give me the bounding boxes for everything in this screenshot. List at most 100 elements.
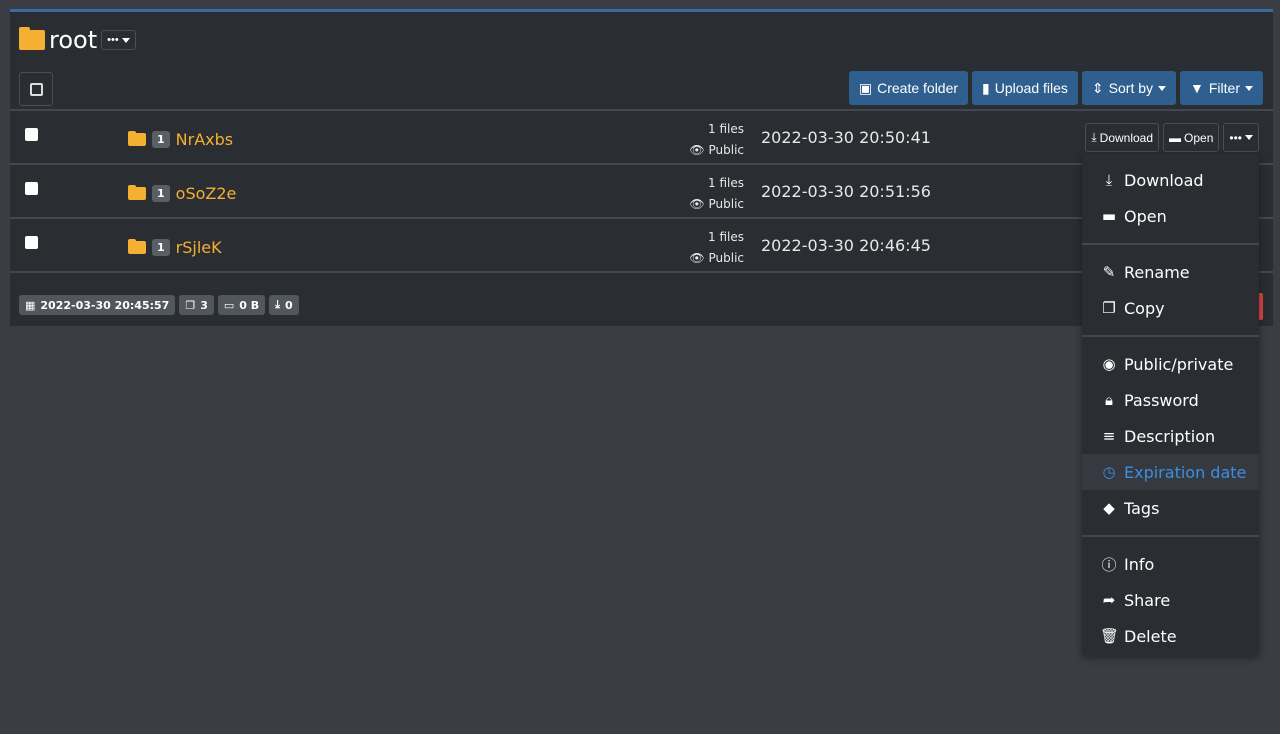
caret-down-icon	[121, 37, 130, 43]
menu-label: Download	[1124, 170, 1204, 190]
menu-label: Delete	[1124, 626, 1177, 646]
menu-item-rename[interactable]: ✎ Rename	[1082, 254, 1259, 290]
download-icon: ⤓	[275, 298, 281, 311]
sort-icon: ⇕	[1091, 79, 1104, 96]
open-button[interactable]: ▬ Open	[1163, 123, 1220, 152]
menu-label: Description	[1124, 426, 1216, 446]
upload-files-button[interactable]: ▮ Upload files	[972, 71, 1078, 105]
row-date: 2022-03-30 20:46:45	[761, 236, 931, 255]
upload-files-label: Upload files	[994, 80, 1068, 96]
edit-icon: ✎	[1102, 263, 1116, 281]
files-count-badge: ❐ 3	[179, 295, 214, 315]
create-folder-button[interactable]: ▣ Create folder	[848, 71, 969, 105]
menu-label: Share	[1124, 590, 1171, 610]
copy-icon: ❐	[185, 298, 196, 312]
hdd-icon: ▭	[223, 298, 235, 312]
align-center-icon: ≡	[1102, 427, 1116, 445]
folder-name-link[interactable]: rSjleK	[176, 238, 222, 257]
size-value: 0 B	[239, 298, 260, 312]
folder-icon	[128, 131, 146, 146]
toolbar: ▣ Create folder ▮ Upload files ⇕ Sort by ▼ F…	[848, 71, 1263, 105]
visibility: Public	[708, 197, 744, 211]
more-label: •••	[1229, 130, 1242, 145]
open-label: Open	[1184, 130, 1214, 145]
menu-label: Password	[1124, 390, 1199, 410]
file-upload-icon: ▮	[982, 79, 990, 96]
menu-label: Info	[1124, 554, 1155, 574]
folder-open-icon: ▬	[1101, 207, 1117, 225]
count-badge: 1	[152, 239, 170, 256]
folder-name-link[interactable]: NrAxbs	[176, 130, 233, 149]
clock-icon: ◷	[1102, 463, 1116, 481]
caret-down-icon	[1158, 85, 1167, 91]
calendar-icon: ▦	[25, 298, 36, 312]
folder-open-icon: ▬	[1169, 130, 1182, 145]
menu-item-password[interactable]: 🔒︎ Password	[1082, 382, 1259, 418]
menu-label: Copy	[1124, 298, 1165, 318]
row-more-button[interactable]: •••	[1223, 123, 1259, 152]
eye-icon: 👁	[689, 251, 709, 265]
select-all-checkbox[interactable]	[19, 72, 53, 106]
eye-icon: 👁	[689, 143, 709, 157]
row-checkbox[interactable]	[25, 236, 38, 249]
menu-label: Tags	[1124, 498, 1160, 518]
lock-icon: 🔒︎	[1105, 391, 1113, 409]
menu-item-download[interactable]: ⤓ Download	[1082, 162, 1259, 198]
tag-icon: ◆	[1103, 499, 1115, 517]
file-count: 1 files	[708, 176, 744, 190]
download-icon: ⤓	[1091, 130, 1097, 144]
created-date: 2022-03-30 20:45:57	[40, 298, 170, 312]
folder-more-button[interactable]: •••	[101, 30, 136, 50]
divider	[1082, 243, 1259, 245]
filter-label: Filter	[1208, 80, 1240, 96]
menu-item-info[interactable]: ⓘ Info	[1082, 546, 1259, 582]
menu-item-expiration-date[interactable]: ◷ Expiration date	[1082, 454, 1259, 490]
row-checkbox[interactable]	[25, 128, 38, 141]
menu-item-delete[interactable]: 🗑︎ Delete	[1082, 618, 1259, 654]
menu-item-share[interactable]: ➦ Share	[1082, 582, 1259, 618]
download-label: Download	[1099, 130, 1154, 145]
menu-item-copy[interactable]: ❐ Copy	[1082, 290, 1259, 326]
folder-stats: ▦ 2022-03-30 20:45:57 ❐ 3 ▭ 0 B ⤓ 0	[19, 295, 299, 315]
menu-item-tags[interactable]: ◆ Tags	[1082, 490, 1259, 526]
files-count: 3	[200, 298, 208, 312]
visibility: Public	[708, 143, 744, 157]
square-icon	[29, 82, 43, 96]
share-icon: ➦	[1102, 591, 1116, 609]
row-date: 2022-03-30 20:51:56	[761, 182, 931, 201]
sort-by-button[interactable]: ⇕ Sort by	[1081, 71, 1177, 105]
downloads-badge: ⤓ 0	[269, 295, 299, 315]
row-date: 2022-03-30 20:50:41	[761, 128, 931, 147]
menu-item-description[interactable]: ≡ Description	[1082, 418, 1259, 454]
folder-name-link[interactable]: oSoZ2e	[176, 184, 237, 203]
download-button[interactable]: ⤓ Download	[1085, 123, 1160, 152]
folder-icon	[128, 239, 146, 254]
caret-down-icon	[1245, 135, 1253, 140]
page-title: root	[49, 26, 98, 54]
trash-icon: 🗑︎	[1100, 627, 1120, 645]
eye-icon: ◉	[1102, 355, 1116, 373]
file-count: 1 files	[708, 122, 744, 136]
sort-by-label: Sort by	[1108, 80, 1154, 96]
created-date-badge: ▦ 2022-03-30 20:45:57	[19, 295, 176, 315]
filter-button[interactable]: ▼ Filter	[1180, 71, 1263, 105]
menu-label: Expiration date	[1124, 462, 1247, 482]
download-icon: ⤓	[1105, 171, 1113, 189]
file-count: 1 files	[708, 230, 744, 244]
menu-label: Open	[1124, 206, 1167, 226]
menu-label: Public/private	[1124, 354, 1234, 374]
downloads-count: 0	[285, 298, 293, 312]
divider	[1082, 535, 1259, 537]
copy-icon: ❐	[1102, 299, 1116, 317]
divider	[1082, 335, 1259, 337]
eye-icon: 👁	[689, 197, 709, 211]
menu-item-open[interactable]: ▬ Open	[1082, 198, 1259, 234]
folder-header: root •••	[19, 26, 136, 54]
create-folder-label: Create folder	[877, 80, 959, 96]
row-actions-dropdown: ⤓ Download ▬ Open ✎ Rename ❐ Copy ◉ Public/pr…	[1082, 154, 1259, 656]
row-checkbox[interactable]	[25, 182, 38, 195]
menu-item-public-private[interactable]: ◉ Public/private	[1082, 346, 1259, 382]
more-label: •••	[107, 34, 119, 46]
count-badge: 1	[152, 131, 170, 148]
count-badge: 1	[152, 185, 170, 202]
